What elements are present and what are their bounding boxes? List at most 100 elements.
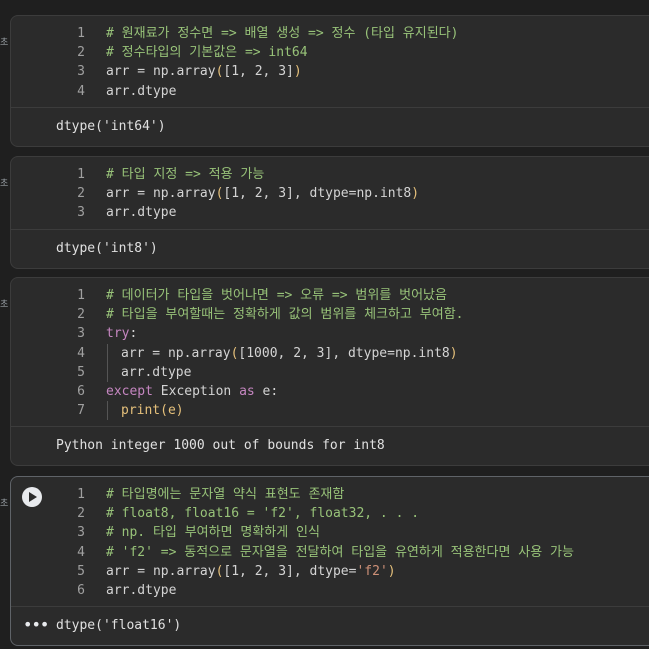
code-line: 2 arr = np.array([1, 2, 3], dtype=np.int8… bbox=[11, 184, 649, 203]
code-text: # 정수타입의 기본값은 => int64 bbox=[106, 43, 308, 62]
line-number: 5 bbox=[77, 364, 85, 380]
line-number: 3 bbox=[77, 205, 85, 221]
code-line: 2 # float8, float16 = 'f2', float32, . . … bbox=[11, 504, 649, 523]
code-cell[interactable]: 1 # 데이터가 타입을 벗어나면 => 오류 => 범위를 벗어났음 2 # 타입을… bbox=[10, 277, 649, 467]
line-number: 6 bbox=[77, 582, 85, 598]
code-token: # np. 타입 부여하면 명확하게 인식 bbox=[106, 525, 320, 541]
code-text: arr.dtype bbox=[106, 82, 176, 101]
code-line: 1 # 타입 지정 => 적용 가능 bbox=[11, 165, 649, 184]
code-line: 5 arr = np.array([1, 2, 3], dtype='f2') bbox=[11, 562, 649, 581]
code-text: arr = np.array([1000, 2, 3], dtype=np.in… bbox=[106, 343, 458, 363]
code-editor[interactable]: 1 # 원재료가 정수면 => 배열 생성 => 정수 (타입 유지된다) 2 # 정… bbox=[11, 16, 649, 107]
code-cell[interactable]: 1 # 원재료가 정수면 => 배열 생성 => 정수 (타입 유지된다) 2 # 정… bbox=[10, 15, 649, 147]
code-token: arr.dtype bbox=[106, 582, 177, 598]
code-line: 6 except Exception as e: bbox=[11, 382, 649, 401]
code-editor[interactable]: 1 # 데이터가 타입을 벗어나면 => 오류 => 범위를 벗어났음 2 # 타입을… bbox=[11, 278, 649, 426]
code-line: 3 # np. 타입 부여하면 명확하게 인식 bbox=[11, 523, 649, 542]
code-editor[interactable]: 1 # 타입 지정 => 적용 가능 2 arr = np.array([1, 2, … bbox=[11, 157, 649, 229]
line-number: 1 bbox=[77, 167, 85, 182]
code-token: ) bbox=[449, 345, 458, 361]
line-number: 1 bbox=[77, 288, 85, 303]
code-text: # np. 타입 부여하면 명확하게 인식 bbox=[106, 523, 320, 542]
code-token: arr = np.array bbox=[106, 186, 216, 202]
code-text: # 타입명에는 문자열 약식 표현도 존재함 bbox=[106, 485, 344, 504]
output-text: Python integer 1000 out of bounds for in… bbox=[56, 438, 385, 454]
cell-output: dtype('int8') bbox=[11, 228, 649, 268]
line-number: 4 bbox=[77, 544, 85, 560]
code-token: [1, 2, 3], dtype= bbox=[223, 563, 357, 579]
line-number: 2 bbox=[77, 45, 85, 61]
code-token: # 원재료가 정수면 => 배열 생성 => 정수 (타입 유지된다) bbox=[106, 26, 459, 41]
code-line: 1 # 타입명에는 문자열 약식 표현도 존재함 bbox=[11, 485, 649, 504]
code-token: e: bbox=[254, 383, 279, 399]
code-line: 1 # 데이터가 타입을 벗어나면 => 오류 => 범위를 벗어났음 bbox=[11, 286, 649, 305]
code-text: arr = np.array([1, 2, 3], dtype='f2') bbox=[106, 562, 396, 581]
line-number: 2 bbox=[77, 307, 85, 323]
code-text: print(e) bbox=[106, 401, 184, 421]
code-text: # float8, float16 = 'f2', float32, . . . bbox=[106, 504, 419, 523]
line-number: 3 bbox=[77, 525, 85, 541]
code-cell[interactable]: 1 # 타입명에는 문자열 약식 표현도 존재함 2 # float8, float1… bbox=[10, 476, 649, 647]
line-number: 3 bbox=[77, 64, 85, 80]
line-number: 5 bbox=[77, 563, 85, 579]
line-number: 1 bbox=[77, 487, 85, 502]
code-token: # 'f2' => 동적으로 문자열을 전달하여 타입을 유연하게 적용한다면 … bbox=[106, 544, 574, 560]
code-token: [1, 2, 3], dtype=np.int8 bbox=[223, 186, 412, 202]
code-text: arr = np.array([1, 2, 3], dtype=np.int8) bbox=[106, 184, 419, 203]
code-line: 1 # 원재료가 정수면 => 배열 생성 => 정수 (타입 유지된다) bbox=[11, 24, 649, 43]
code-editor[interactable]: 1 # 타입명에는 문자열 약식 표현도 존재함 2 # float8, float1… bbox=[11, 477, 649, 606]
code-token: # 타입을 부여할때는 정확하게 값의 범위를 체크하고 부여함. bbox=[106, 307, 464, 323]
code-cell[interactable]: 1 # 타입 지정 => 적용 가능 2 arr = np.array([1, 2, … bbox=[10, 156, 649, 269]
indent-guide bbox=[107, 401, 108, 421]
more-horizontal-icon[interactable]: ••• bbox=[23, 607, 49, 645]
cell-gutter-label: 초 bbox=[0, 38, 8, 48]
code-token: ) bbox=[293, 64, 302, 80]
code-token: # float8, float16 = 'f2', float32, . . . bbox=[106, 506, 420, 522]
code-token: # 타입 지정 => 적용 가능 bbox=[106, 167, 265, 182]
code-token: # 데이터가 타입을 벗어나면 => 오류 => 범위를 벗어났음 bbox=[106, 288, 447, 303]
code-text: except Exception as e: bbox=[106, 382, 278, 401]
code-token: [1000, 2, 3], dtype=np.int8 bbox=[238, 345, 450, 361]
code-text: arr = np.array([1, 2, 3]) bbox=[106, 62, 302, 81]
code-token: [1, 2, 3] bbox=[223, 64, 294, 80]
code-token: arr = np.array bbox=[121, 345, 231, 361]
code-token: arr = np.array bbox=[106, 563, 216, 579]
code-line: 7 print(e) bbox=[11, 401, 649, 421]
code-token: # 타입명에는 문자열 약식 표현도 존재함 bbox=[106, 487, 345, 502]
code-token: ) bbox=[411, 186, 420, 202]
code-text: # 타입을 부여할때는 정확하게 값의 범위를 체크하고 부여함. bbox=[106, 305, 463, 324]
line-number: 2 bbox=[77, 186, 85, 202]
indent-guide bbox=[107, 343, 108, 363]
code-token: ) bbox=[387, 563, 396, 579]
cell-gutter-label: 초 bbox=[0, 300, 8, 310]
code-token: arr.dtype bbox=[121, 364, 192, 380]
code-text: # 타입 지정 => 적용 가능 bbox=[106, 165, 264, 184]
code-line: 3 arr.dtype bbox=[11, 203, 649, 222]
line-number: 6 bbox=[77, 383, 85, 399]
output-text: dtype('float16') bbox=[56, 618, 182, 634]
code-text: arr.dtype bbox=[106, 203, 176, 222]
cell-gutter-label: 초 bbox=[0, 499, 8, 509]
code-token: arr = np.array bbox=[106, 64, 216, 80]
line-number: 7 bbox=[77, 403, 85, 419]
code-token: as bbox=[239, 383, 255, 399]
line-number: 1 bbox=[77, 26, 85, 41]
code-token: (e) bbox=[160, 403, 184, 419]
code-line: 3 try: bbox=[11, 324, 649, 343]
code-token: arr.dtype bbox=[106, 83, 177, 99]
cell-output: Python integer 1000 out of bounds for in… bbox=[11, 426, 649, 465]
code-token: arr.dtype bbox=[106, 205, 177, 221]
code-token: Exception bbox=[152, 383, 240, 399]
code-text: try: bbox=[106, 324, 137, 343]
code-line: 6 arr.dtype bbox=[11, 581, 649, 600]
output-text: dtype('int8') bbox=[56, 240, 158, 256]
code-token: except bbox=[106, 383, 153, 399]
line-number: 3 bbox=[77, 326, 85, 342]
code-token: try bbox=[106, 326, 130, 342]
code-text: # 원재료가 정수면 => 배열 생성 => 정수 (타입 유지된다) bbox=[106, 24, 458, 43]
output-text: dtype('int64') bbox=[56, 118, 166, 134]
code-text: # 데이터가 타입을 벗어나면 => 오류 => 범위를 벗어났음 bbox=[106, 286, 447, 305]
code-line: 4 arr = np.array([1000, 2, 3], dtype=np.i… bbox=[11, 343, 649, 363]
code-text: arr.dtype bbox=[106, 362, 192, 382]
code-token: print bbox=[121, 403, 161, 419]
